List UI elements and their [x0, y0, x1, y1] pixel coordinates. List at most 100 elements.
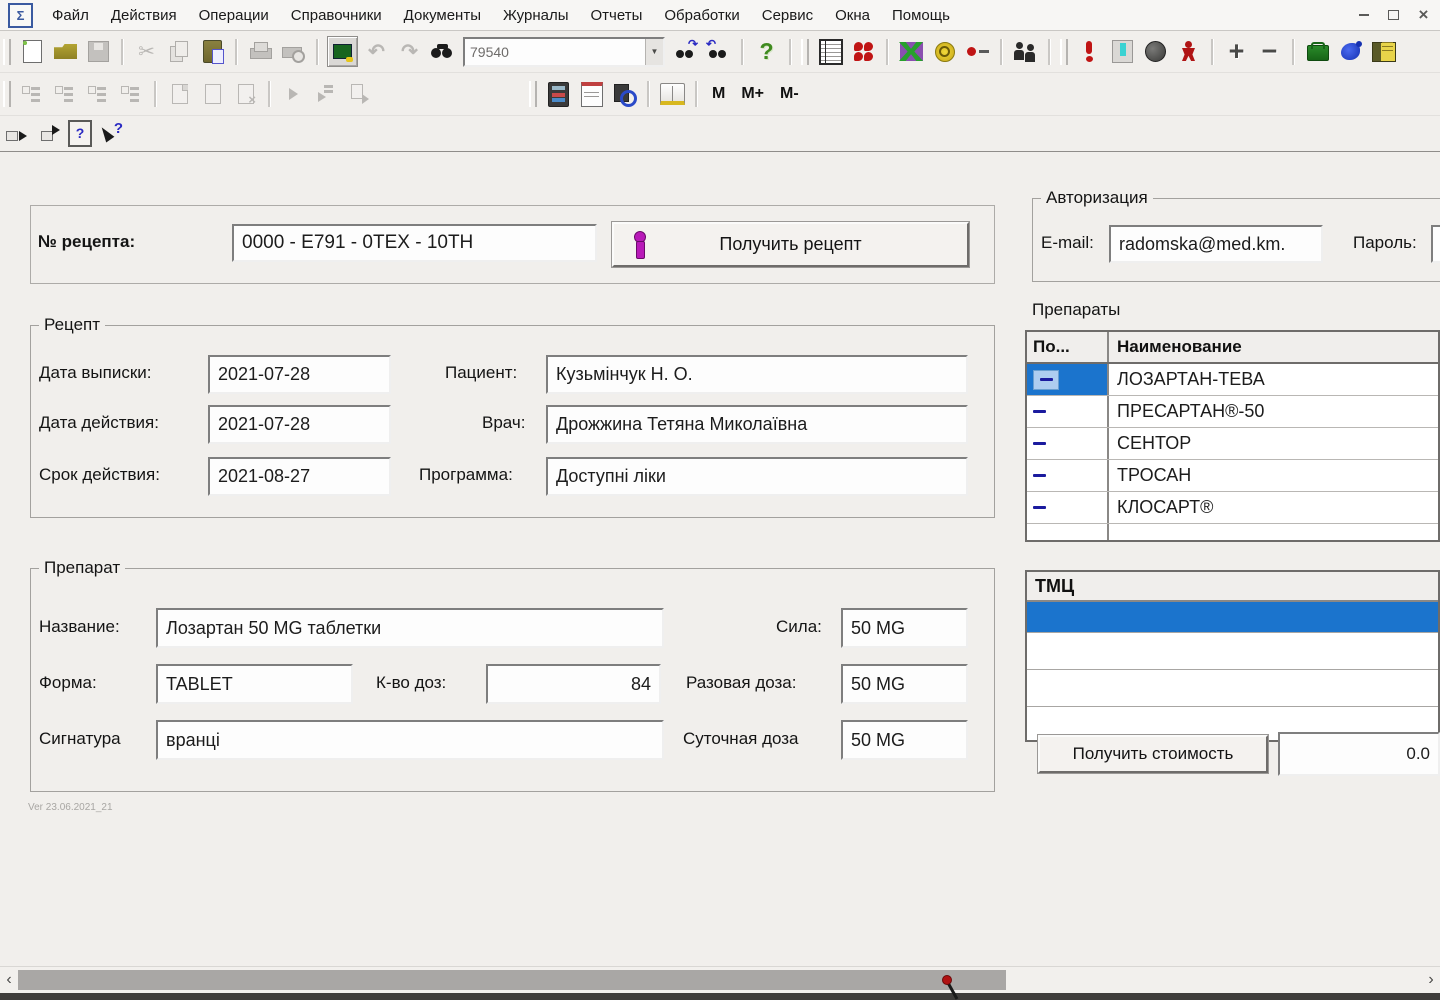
- date-expiry-field[interactable]: 2021-08-27: [208, 457, 391, 496]
- tree-view-2-icon[interactable]: [51, 80, 80, 109]
- help-icon[interactable]: ?: [752, 37, 781, 66]
- drug-row-name[interactable]: КЛОСАРТ®: [1107, 492, 1438, 523]
- menu-help[interactable]: Помощь: [881, 3, 961, 28]
- drugs-col-name[interactable]: Наименование: [1107, 332, 1438, 362]
- drug-form-field[interactable]: TABLET: [156, 664, 353, 704]
- menu-references[interactable]: Справочники: [280, 3, 393, 28]
- doses-field[interactable]: 84: [486, 664, 661, 704]
- card-file-icon[interactable]: [1369, 37, 1398, 66]
- find-previous-icon[interactable]: [704, 37, 733, 66]
- memory-m-button[interactable]: M: [704, 85, 733, 103]
- context-help-icon[interactable]: [96, 119, 125, 148]
- drug-name-field[interactable]: Лозартан 50 MG таблетки: [156, 608, 664, 648]
- users-icon[interactable]: [1011, 37, 1040, 66]
- walking-person-icon[interactable]: [1174, 37, 1203, 66]
- calculator-icon[interactable]: [544, 80, 573, 109]
- menu-journals[interactable]: Журналы: [492, 3, 580, 28]
- toolbar-grip[interactable]: [3, 39, 11, 65]
- memory-m-minus-button[interactable]: M-: [772, 85, 807, 103]
- page-delete-icon[interactable]: [231, 80, 260, 109]
- find-icon[interactable]: [428, 37, 457, 66]
- patient-field[interactable]: Кузьмінчук Н. О.: [546, 355, 968, 394]
- horizontal-scrollbar[interactable]: ‹ ›: [0, 966, 1440, 993]
- find-combobox-value[interactable]: 79540: [465, 44, 645, 60]
- user-monitor-icon[interactable]: [327, 36, 358, 67]
- undo-icon[interactable]: [362, 37, 391, 66]
- page-open-icon[interactable]: [198, 80, 227, 109]
- user-terminal-icon[interactable]: [1108, 37, 1137, 66]
- daily-dose-field[interactable]: 50 MG: [841, 720, 968, 760]
- open-folder-icon[interactable]: [51, 37, 80, 66]
- drug-row-name[interactable]: ЛОЗАРТАН-ТЕВА: [1107, 364, 1438, 395]
- drugs-row[interactable]: ЛОЗАРТАН-ТЕВА: [1027, 364, 1438, 396]
- toolbar-grip[interactable]: [1060, 39, 1068, 65]
- menu-processing[interactable]: Обработки: [653, 3, 750, 28]
- tmc-header[interactable]: ТМЦ: [1027, 572, 1438, 602]
- step-out-icon[interactable]: [345, 80, 374, 109]
- paste-icon[interactable]: [198, 37, 227, 66]
- ledger-icon[interactable]: [816, 37, 845, 66]
- single-dose-field[interactable]: 50 MG: [841, 664, 968, 704]
- help-box-icon[interactable]: [68, 120, 92, 147]
- toolbar-grip[interactable]: [529, 81, 537, 107]
- tree-view-3-icon[interactable]: [84, 80, 113, 109]
- drugs-row[interactable]: СЕНТОР: [1027, 428, 1438, 460]
- strength-field[interactable]: 50 MG: [841, 608, 968, 648]
- save-icon[interactable]: [84, 37, 113, 66]
- scroll-right-button[interactable]: ›: [1422, 969, 1440, 991]
- copy-icon[interactable]: [165, 37, 194, 66]
- menu-file[interactable]: Файл: [41, 3, 100, 28]
- calc-search-icon[interactable]: [610, 80, 639, 109]
- cost-field[interactable]: 0.0: [1278, 732, 1440, 776]
- step-over-icon[interactable]: [312, 80, 341, 109]
- get-recipe-button[interactable]: Получить рецепт: [612, 222, 969, 267]
- status-circle-icon[interactable]: [1141, 37, 1170, 66]
- recipe-number-input[interactable]: 0000 - E791 - 0TEX - 10TH: [232, 224, 597, 262]
- print-preview-icon[interactable]: [279, 37, 308, 66]
- drug-row-name[interactable]: ПРЕСАРТАН®-50: [1107, 396, 1438, 427]
- remove-item-icon[interactable]: [963, 37, 992, 66]
- date-valid-field[interactable]: 2021-07-28: [208, 405, 391, 444]
- blue-splat-icon[interactable]: [1336, 37, 1365, 66]
- menu-reports[interactable]: Отчеты: [580, 3, 654, 28]
- scrollbar-thumb[interactable]: [18, 970, 1006, 990]
- menu-operations[interactable]: Операции: [188, 3, 280, 28]
- calendar-icon[interactable]: [577, 80, 606, 109]
- tmc-row[interactable]: [1027, 670, 1438, 707]
- toolbar-grip[interactable]: [3, 81, 11, 107]
- memory-m-plus-button[interactable]: M+: [733, 85, 772, 103]
- restore-button[interactable]: [1380, 5, 1407, 26]
- drug-row-name[interactable]: СЕНТОР: [1107, 428, 1438, 459]
- email-field[interactable]: radomska@med.km.: [1109, 225, 1323, 263]
- menu-actions[interactable]: Действия: [100, 3, 188, 28]
- green-case-icon[interactable]: [1303, 37, 1332, 66]
- drugs-col-ref[interactable]: По...: [1027, 332, 1107, 362]
- tmc-row[interactable]: [1027, 633, 1438, 670]
- close-all-icon[interactable]: [849, 37, 878, 66]
- redo-icon[interactable]: [395, 37, 424, 66]
- drug-row-name[interactable]: ТРОСАН: [1107, 460, 1438, 491]
- minimize-button[interactable]: [1350, 5, 1377, 26]
- session-red-icon[interactable]: [1075, 37, 1104, 66]
- drugs-row-empty[interactable]: [1027, 524, 1438, 540]
- scroll-left-button[interactable]: ‹: [0, 969, 18, 991]
- print-icon[interactable]: [246, 37, 275, 66]
- plus-icon[interactable]: [1222, 37, 1251, 66]
- program-field[interactable]: Доступні ліки: [546, 457, 968, 496]
- find-combobox[interactable]: 79540 ▼: [463, 37, 665, 67]
- drugs-row[interactable]: ПРЕСАРТАН®-50: [1027, 396, 1438, 428]
- signature-field[interactable]: вранці: [156, 720, 664, 760]
- tree-view-4-icon[interactable]: [117, 80, 146, 109]
- new-document-icon[interactable]: [18, 37, 47, 66]
- chevron-down-icon[interactable]: ▼: [645, 39, 663, 65]
- close-button[interactable]: ×: [1410, 5, 1437, 26]
- coin-icon[interactable]: [930, 37, 959, 66]
- password-field[interactable]: [1431, 225, 1440, 263]
- tmc-row-selected[interactable]: [1027, 602, 1438, 633]
- toolbar-grip[interactable]: [801, 39, 809, 65]
- drugs-row[interactable]: КЛОСАРТ®: [1027, 492, 1438, 524]
- date-issued-field[interactable]: 2021-07-28: [208, 355, 391, 394]
- play-icon[interactable]: [279, 80, 308, 109]
- menu-windows[interactable]: Окна: [824, 3, 881, 28]
- menu-documents[interactable]: Документы: [393, 3, 492, 28]
